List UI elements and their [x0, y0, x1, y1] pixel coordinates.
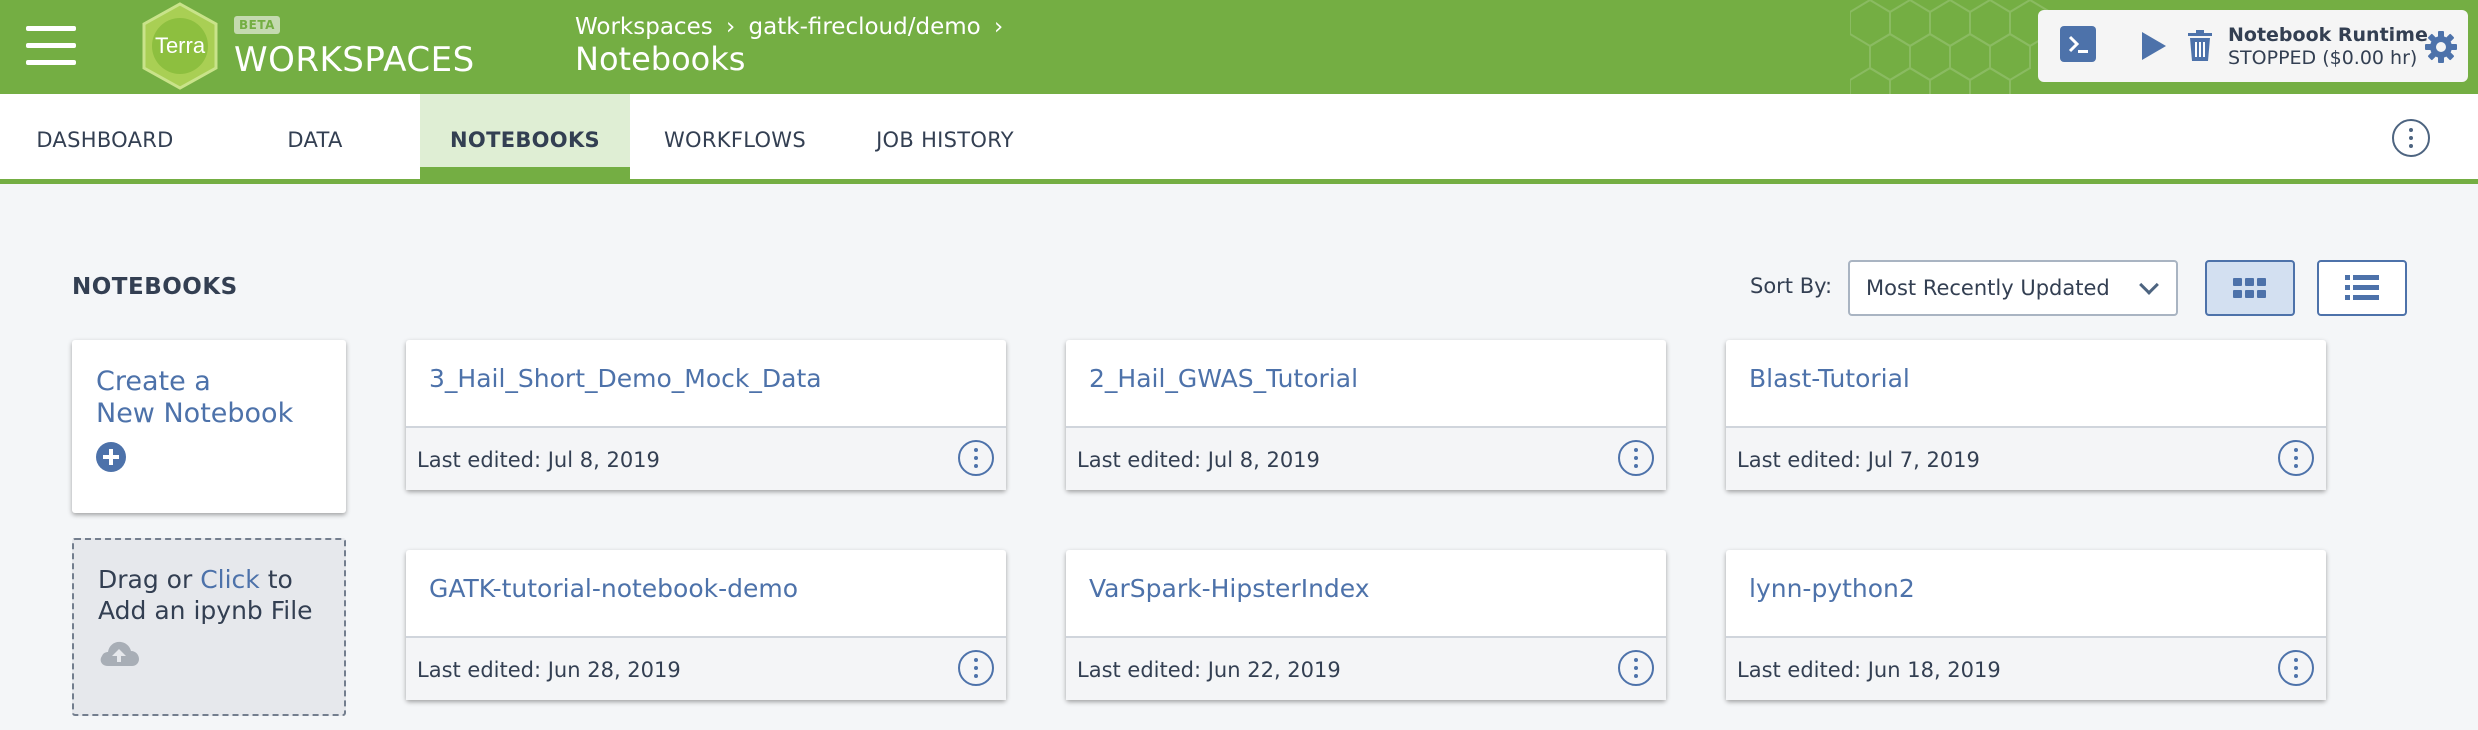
more-vertical-icon [1634, 666, 1638, 670]
beta-badge: BETA [234, 16, 280, 34]
notebook-menu-button[interactable] [1618, 440, 1654, 476]
notebook-menu-button[interactable] [2278, 650, 2314, 686]
notebook-menu-button[interactable] [2278, 440, 2314, 476]
tab-data[interactable]: DATA [210, 94, 420, 179]
more-vertical-icon [2409, 136, 2413, 140]
breadcrumb-workspace-link[interactable]: gatk-firecloud/demo [749, 14, 981, 40]
terra-logo: Terra [142, 2, 218, 90]
cloud-upload-icon [100, 641, 139, 666]
create-line-1: Create a [96, 366, 211, 397]
terminal-icon[interactable] [2060, 26, 2096, 62]
create-line-2: New Notebook [96, 398, 294, 429]
sort-select[interactable]: Most Recently Updated [1848, 260, 2178, 316]
breadcrumb-workspaces-link[interactable]: Workspaces [575, 14, 713, 40]
grid-view-button[interactable] [2205, 260, 2295, 316]
more-vertical-icon [2294, 456, 2298, 460]
notebook-name-link[interactable]: 2_Hail_GWAS_Tutorial [1089, 364, 1358, 393]
gear-icon[interactable] [2424, 30, 2458, 64]
more-vertical-icon [1634, 456, 1638, 460]
app-title: WORKSPACES [234, 40, 475, 80]
plus-circle-icon [96, 442, 126, 472]
workspace-menu-button[interactable] [2392, 119, 2430, 157]
notebook-name-link[interactable]: 3_Hail_Short_Demo_Mock_Data [429, 364, 822, 393]
notebook-card: Blast-Tutorial Last edited: Jul 7, 2019 [1726, 340, 2326, 490]
runtime-status: STOPPED ($0.00 hr) [2228, 47, 2418, 69]
top-bar: Terra BETA WORKSPACES Workspaces › gatk-… [0, 0, 2478, 94]
notebook-menu-button[interactable] [1618, 650, 1654, 686]
notebook-card: lynn-python2 Last edited: Jun 18, 2019 [1726, 550, 2326, 700]
tab-dashboard[interactable]: DASHBOARD [0, 94, 210, 179]
notebook-card: 2_Hail_GWAS_Tutorial Last edited: Jul 8,… [1066, 340, 1666, 490]
runtime-panel: Notebook Runtime STOPPED ($0.00 hr) [2038, 10, 2468, 82]
notebook-card-footer: Last edited: Jun 28, 2019 [406, 636, 1006, 700]
notebook-last-edited: Last edited: Jun 22, 2019 [1077, 658, 1341, 682]
notebook-last-edited: Last edited: Jun 18, 2019 [1737, 658, 2001, 682]
grid-icon [2233, 278, 2266, 298]
breadcrumb-separator: › [994, 14, 1004, 40]
sort-selected-value: Most Recently Updated [1866, 276, 2110, 300]
hamburger-menu-button[interactable] [26, 26, 76, 66]
upload-label: Drag or Click to Add an ipynb File [98, 564, 313, 626]
list-icon [2345, 275, 2379, 300]
list-view-button[interactable] [2317, 260, 2407, 316]
trash-icon[interactable] [2186, 30, 2214, 62]
chevron-down-icon [2139, 275, 2159, 295]
notebook-card-footer: Last edited: Jul 8, 2019 [1066, 426, 1666, 490]
breadcrumb-separator: › [726, 14, 736, 40]
breadcrumb: Workspaces › gatk-firecloud/demo › [575, 14, 1009, 40]
notebook-card: VarSpark-HipsterIndex Last edited: Jun 2… [1066, 550, 1666, 700]
more-vertical-icon [974, 666, 978, 670]
upload-line-2: Add an ipynb File [98, 596, 313, 625]
notebook-name-link[interactable]: GATK-tutorial-notebook-demo [429, 574, 798, 603]
upload-suffix: to [259, 565, 293, 594]
upload-prefix: Drag or [98, 565, 201, 594]
tab-workflows[interactable]: WORKFLOWS [630, 94, 840, 179]
logo-text: Terra [155, 33, 206, 58]
notebook-card-footer: Last edited: Jun 18, 2019 [1726, 636, 2326, 700]
notebook-card-footer: Last edited: Jun 22, 2019 [1066, 636, 1666, 700]
upload-click-link[interactable]: Click [200, 565, 260, 594]
create-notebook-card[interactable]: Create a New Notebook [72, 340, 346, 513]
upload-notebook-dropzone[interactable]: Drag or Click to Add an ipynb File [72, 538, 346, 716]
notebook-card: 3_Hail_Short_Demo_Mock_Data Last edited:… [406, 340, 1006, 490]
notebook-last-edited: Last edited: Jun 28, 2019 [417, 658, 681, 682]
runtime-title: Notebook Runtime [2228, 24, 2428, 46]
tab-bar: DASHBOARD DATA NOTEBOOKS WORKFLOWS JOB H… [0, 94, 2478, 184]
notebook-menu-button[interactable] [958, 440, 994, 476]
notebook-card: GATK-tutorial-notebook-demo Last edited:… [406, 550, 1006, 700]
notebook-name-link[interactable]: lynn-python2 [1749, 574, 1915, 603]
notebook-last-edited: Last edited: Jul 7, 2019 [1737, 448, 1980, 472]
sort-label: Sort By: [1750, 274, 1833, 298]
create-notebook-label: Create a New Notebook [96, 366, 293, 430]
notebook-last-edited: Last edited: Jul 8, 2019 [1077, 448, 1320, 472]
more-vertical-icon [2294, 666, 2298, 670]
page-title: Notebooks [575, 40, 746, 78]
notebook-card-footer: Last edited: Jul 8, 2019 [406, 426, 1006, 490]
tab-notebooks[interactable]: NOTEBOOKS [420, 94, 630, 179]
notebook-menu-button[interactable] [958, 650, 994, 686]
tab-job-history[interactable]: JOB HISTORY [840, 94, 1050, 179]
more-vertical-icon [974, 456, 978, 460]
notebook-card-footer: Last edited: Jul 7, 2019 [1726, 426, 2326, 490]
section-title: NOTEBOOKS [72, 274, 238, 300]
notebook-name-link[interactable]: Blast-Tutorial [1749, 364, 1910, 393]
notebook-last-edited: Last edited: Jul 8, 2019 [417, 448, 660, 472]
notebook-name-link[interactable]: VarSpark-HipsterIndex [1089, 574, 1370, 603]
play-icon[interactable] [2142, 32, 2166, 60]
